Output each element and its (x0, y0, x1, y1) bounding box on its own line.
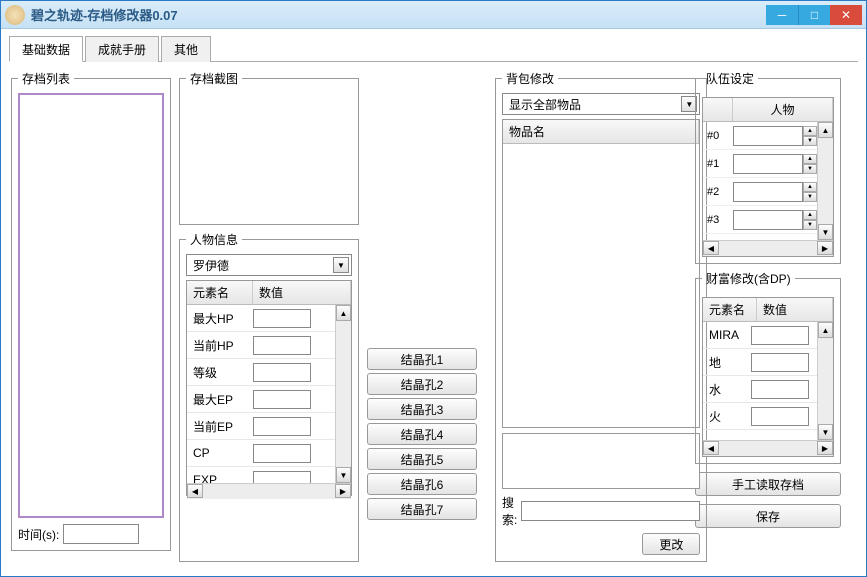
party-legend: 队伍设定 (702, 70, 758, 87)
hscrollbar[interactable]: ◀▶ (187, 483, 351, 499)
stat-input-cp[interactable] (253, 444, 311, 463)
screenshot-group: 存档截图 (179, 70, 359, 225)
wealth-input-earth[interactable] (751, 353, 809, 372)
party-slot-0-select[interactable] (733, 126, 803, 146)
quartz-slot-3-button[interactable]: 结晶孔3 (367, 398, 477, 420)
charinfo-col-value: 数值 (253, 281, 351, 304)
charinfo-group: 人物信息 罗伊德 ▼ 元素名 数值 最大HP 当前HP 等级 最大EP (179, 231, 359, 562)
app-icon (5, 5, 25, 25)
stat-input-exp[interactable] (253, 471, 311, 484)
table-row: 当前EP (187, 413, 335, 440)
screenshot-legend: 存档截图 (186, 70, 242, 87)
wealth-legend: 财富修改(含DP) (702, 270, 795, 287)
chevron-up-icon[interactable]: ▲ (803, 126, 817, 136)
bag-filter-select[interactable]: 显示全部物品 ▼ (502, 93, 700, 115)
tab-bar: 基础数据 成就手册 其他 (9, 35, 858, 62)
chevron-down-icon[interactable]: ▼ (803, 220, 817, 230)
savelist-group: 存档列表 时间(s): (11, 70, 171, 551)
table-row: 最大EP (187, 386, 335, 413)
manual-load-button[interactable]: 手工读取存档 (695, 472, 841, 496)
close-button[interactable]: ✕ (830, 5, 862, 25)
table-row: 当前HP (187, 332, 335, 359)
table-row: 地 (703, 349, 817, 376)
bag-legend: 背包修改 (502, 70, 558, 87)
search-input[interactable] (521, 501, 700, 521)
hscrollbar[interactable]: ◀▶ (703, 440, 833, 456)
wealth-col-value: 数值 (757, 298, 833, 321)
table-row: #1▲▼ (703, 150, 817, 178)
party-grid: 人物 #0▲▼ #1▲▼ #2▲▼ #3▲▼ ▲▼ ◀▶ (702, 97, 834, 257)
wealth-input-water[interactable] (751, 380, 809, 399)
table-row: #0▲▼ (703, 122, 817, 150)
window-title: 碧之轨迹-存档修改器0.07 (31, 5, 766, 24)
party-group: 队伍设定 人物 #0▲▼ #1▲▼ #2▲▼ #3▲▼ ▲▼ ◀▶ (695, 70, 841, 264)
stat-input-maxep[interactable] (253, 390, 311, 409)
hscrollbar[interactable]: ◀▶ (703, 240, 833, 256)
bag-col-itemname: 物品名 (503, 120, 699, 143)
chevron-down-icon[interactable]: ▼ (803, 164, 817, 174)
chevron-down-icon: ▼ (333, 257, 349, 273)
party-slot-1-select[interactable] (733, 154, 803, 174)
table-row: #3▲▼ (703, 206, 817, 234)
chevron-up-icon[interactable]: ▲ (803, 154, 817, 164)
chevron-up-icon[interactable]: ▲ (803, 210, 817, 220)
wealth-col-name: 元素名 (703, 298, 757, 321)
character-select[interactable]: 罗伊德 ▼ (186, 254, 352, 276)
bag-item-grid[interactable]: 物品名 (502, 119, 700, 428)
table-row: EXP (187, 467, 335, 483)
table-row: #2▲▼ (703, 178, 817, 206)
bag-detail-box (502, 433, 700, 489)
quartz-slot-5-button[interactable]: 结晶孔5 (367, 448, 477, 470)
wealth-group: 财富修改(含DP) 元素名 数值 MIRA 地 水 火 ▲▼ ◀▶ (695, 270, 841, 464)
charinfo-legend: 人物信息 (186, 231, 242, 248)
titlebar: 碧之轨迹-存档修改器0.07 ─ □ ✕ (1, 1, 866, 29)
save-button[interactable]: 保存 (695, 504, 841, 528)
table-row: CP (187, 440, 335, 467)
bag-group: 背包修改 显示全部物品 ▼ 物品名 搜索: 更改 (495, 70, 707, 562)
quartz-slot-7-button[interactable]: 结晶孔7 (367, 498, 477, 520)
vscrollbar[interactable]: ▲▼ (817, 122, 833, 240)
wealth-input-fire[interactable] (751, 407, 809, 426)
time-input[interactable] (63, 524, 139, 544)
tab-other[interactable]: 其他 (161, 36, 211, 62)
table-row: MIRA (703, 322, 817, 349)
party-col-index (703, 98, 733, 121)
table-row: 最大HP (187, 305, 335, 332)
stat-input-curhp[interactable] (253, 336, 311, 355)
time-label: 时间(s): (18, 526, 59, 543)
app-window: 碧之轨迹-存档修改器0.07 ─ □ ✕ 基础数据 成就手册 其他 存档列表 时… (0, 0, 867, 577)
chevron-up-icon[interactable]: ▲ (803, 182, 817, 192)
tab-achievements[interactable]: 成就手册 (85, 36, 159, 62)
maximize-button[interactable]: □ (798, 5, 830, 25)
content-area: 存档列表 时间(s): 存档截图 人物信息 罗伊德 ▼ (1, 62, 866, 570)
stat-input-level[interactable] (253, 363, 311, 382)
party-col-character: 人物 (733, 98, 833, 121)
character-select-value: 罗伊德 (193, 257, 229, 274)
table-row: 水 (703, 376, 817, 403)
chevron-down-icon[interactable]: ▼ (803, 192, 817, 202)
table-row: 等级 (187, 359, 335, 386)
wealth-grid: 元素名 数值 MIRA 地 水 火 ▲▼ ◀▶ (702, 297, 834, 457)
stat-input-maxhp[interactable] (253, 309, 311, 328)
quartz-slot-2-button[interactable]: 结晶孔2 (367, 373, 477, 395)
table-row: 火 (703, 403, 817, 430)
stat-input-curep[interactable] (253, 417, 311, 436)
tab-basic-data[interactable]: 基础数据 (9, 36, 83, 62)
vscrollbar[interactable]: ▲▼ (335, 305, 351, 483)
quartz-slot-1-button[interactable]: 结晶孔1 (367, 348, 477, 370)
change-button[interactable]: 更改 (642, 533, 700, 555)
savelist-legend: 存档列表 (18, 70, 74, 87)
search-label: 搜索: (502, 494, 517, 528)
quartz-slot-6-button[interactable]: 结晶孔6 (367, 473, 477, 495)
party-slot-3-select[interactable] (733, 210, 803, 230)
minimize-button[interactable]: ─ (766, 5, 798, 25)
chevron-down-icon[interactable]: ▼ (803, 136, 817, 146)
party-slot-2-select[interactable] (733, 182, 803, 202)
charinfo-col-name: 元素名 (187, 281, 253, 304)
wealth-input-mira[interactable] (751, 326, 809, 345)
charinfo-grid: 元素名 数值 最大HP 当前HP 等级 最大EP 当前EP CP EXP ▲▼ … (186, 280, 352, 496)
vscrollbar[interactable]: ▲▼ (817, 322, 833, 440)
quartz-slot-4-button[interactable]: 结晶孔4 (367, 423, 477, 445)
savelist-listbox[interactable] (18, 93, 164, 518)
